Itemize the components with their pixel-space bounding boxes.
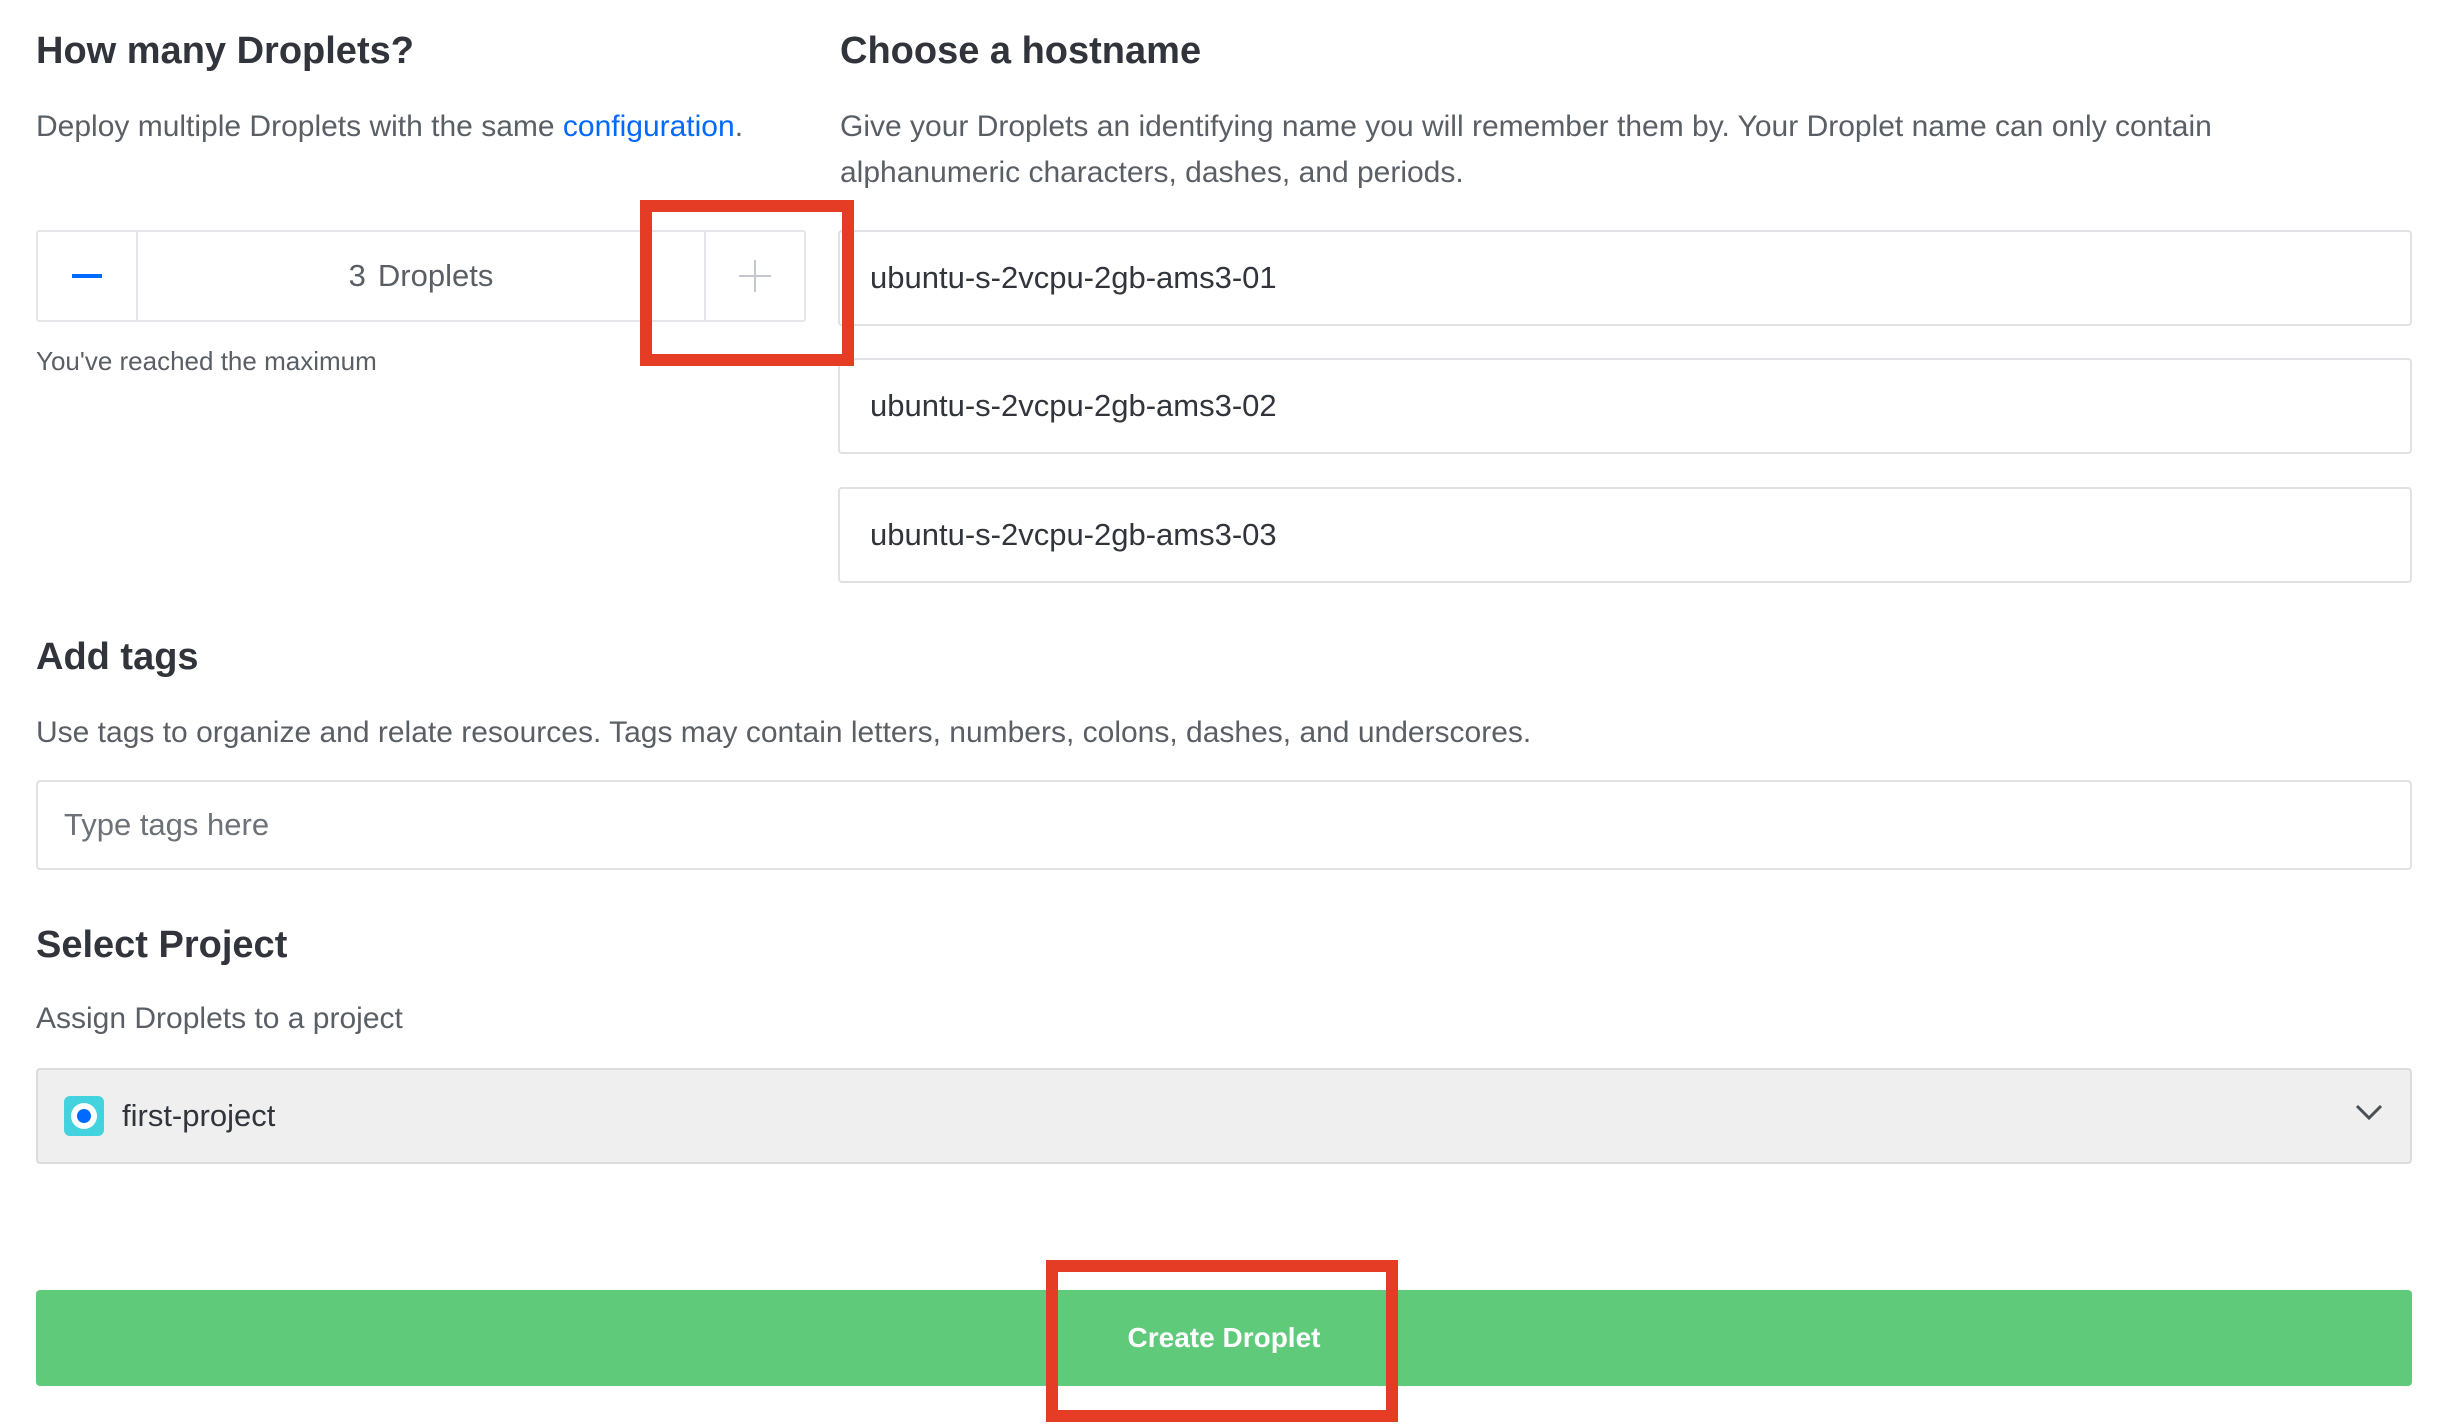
- project-icon: [64, 1096, 104, 1136]
- hostname-description-line2: alphanumeric characters, dashes, and per…: [840, 156, 1464, 189]
- minus-icon: [72, 274, 102, 278]
- highlight-box-increment: [640, 200, 854, 366]
- droplet-count-display: 3 Droplets: [138, 232, 704, 320]
- hostname-input-3[interactable]: ubuntu-s-2vcpu-2gb-ams3-03: [838, 487, 2412, 583]
- selected-project: first-project: [122, 1098, 276, 1133]
- tags-description: Use tags to organize and relate resource…: [36, 716, 1532, 749]
- hostname-section-title: Choose a hostname: [840, 30, 1202, 72]
- configuration-link[interactable]: configuration: [563, 110, 735, 143]
- project-description: Assign Droplets to a project: [36, 1002, 403, 1035]
- droplet-count-unit: Droplets: [377, 258, 494, 293]
- chevron-down-icon: [2355, 1104, 2383, 1121]
- decrement-button[interactable]: [38, 232, 138, 320]
- tags-input[interactable]: Type tags here: [36, 780, 2412, 870]
- droplet-count-value: 3: [348, 258, 366, 293]
- hostname-description-line1: Give your Droplets an identifying name y…: [840, 110, 2212, 143]
- droplets-description-end: .: [734, 110, 744, 143]
- max-reached-hint: You've reached the maximum: [36, 346, 377, 376]
- project-select[interactable]: first-project: [36, 1068, 2412, 1164]
- droplets-section-title: How many Droplets?: [36, 30, 414, 72]
- droplets-description: Deploy multiple Droplets with the same c…: [36, 104, 743, 150]
- project-section-title: Select Project: [36, 924, 288, 966]
- hostname-input-2[interactable]: ubuntu-s-2vcpu-2gb-ams3-02: [838, 358, 2412, 454]
- highlight-box-create: [1046, 1260, 1398, 1422]
- hostname-input-1[interactable]: ubuntu-s-2vcpu-2gb-ams3-01: [838, 230, 2412, 326]
- droplets-description-text: Deploy multiple Droplets with the same: [36, 110, 563, 143]
- tags-section-title: Add tags: [36, 636, 199, 678]
